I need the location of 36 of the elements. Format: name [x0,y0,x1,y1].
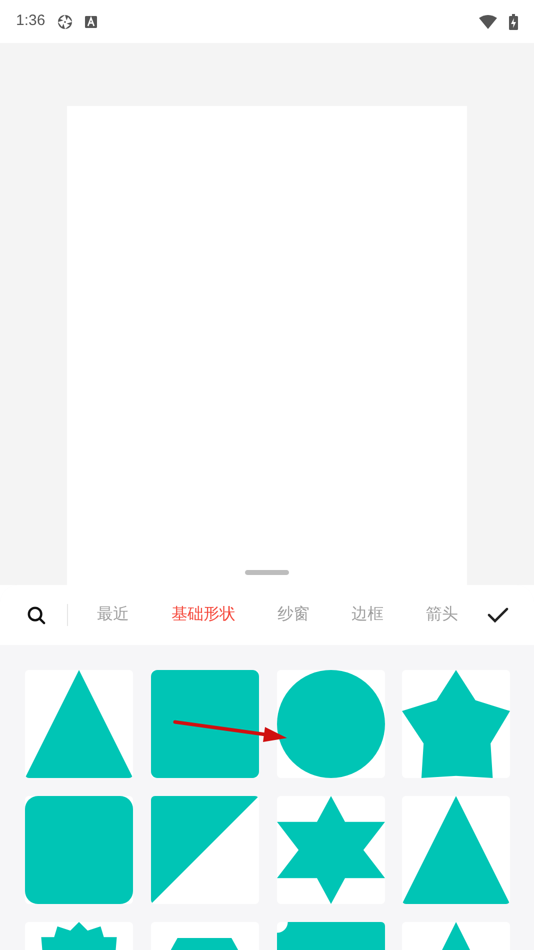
square-shape-icon [150,670,259,778]
triangle-shape-icon [25,670,133,778]
shape-tile[interactable] [25,670,133,778]
wifi-icon [479,14,497,28]
snip-rect-shape-icon [276,922,384,950]
rounded-square-shape-icon [25,796,133,904]
drag-handle[interactable] [245,570,289,575]
tall-triangle-shape-icon [402,796,510,904]
category-tab[interactable]: 最近 [97,603,130,627]
triangle-shape-icon [442,922,470,950]
shape-tile[interactable] [402,670,510,778]
shape-tile[interactable] [150,670,259,778]
right-triangle-shape-icon [150,796,259,904]
search-icon[interactable] [27,606,46,624]
trapezoid-shape-icon [171,938,238,950]
shape-tile[interactable] [276,670,384,778]
shape-tile[interactable] [402,922,510,950]
category-tab[interactable]: 边框 [352,603,384,627]
category-tab[interactable]: 纱窗 [277,603,310,627]
hexagram-shape-icon [276,796,384,904]
shape-tile[interactable] [150,922,259,950]
battery-charging-icon [509,14,518,30]
category-tab[interactable]: 箭头 [426,603,458,627]
circle-shape-icon [276,670,384,778]
status-time: 1:36 [16,11,46,32]
keyboard-letter-icon [85,16,98,28]
shape-tile[interactable] [276,922,384,950]
shape-tile[interactable] [276,796,384,904]
shape-tile[interactable] [25,796,133,904]
shape-tile[interactable] [402,796,510,904]
shape-tile[interactable] [25,922,133,950]
aperture-icon [57,14,74,30]
category-tab[interactable]: 基础形状 [171,603,236,627]
checkmark-icon[interactable] [487,607,509,623]
star-shape-icon [402,670,510,778]
shape-tile[interactable] [150,796,259,904]
